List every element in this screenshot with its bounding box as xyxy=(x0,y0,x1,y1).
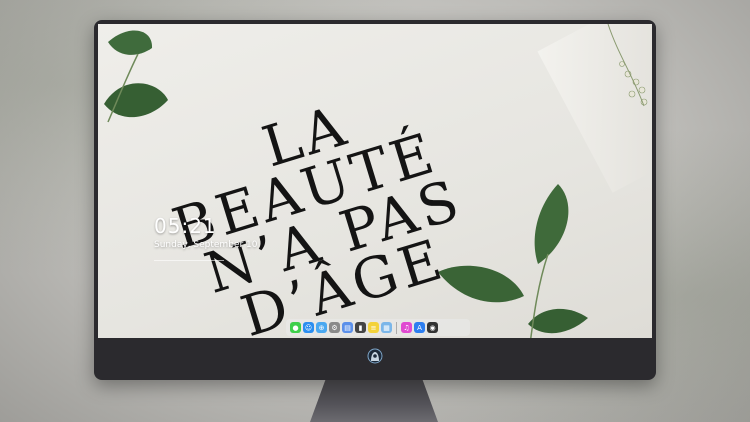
dock-separator xyxy=(396,321,397,334)
finder-icon[interactable]: ☺ xyxy=(303,322,314,333)
lockscreen-clock: 05:21 xyxy=(154,214,217,238)
camera-icon[interactable]: ◉ xyxy=(427,322,438,333)
photos-icon[interactable]: ▦ xyxy=(381,322,392,333)
itunes-icon[interactable]: ♫ xyxy=(401,322,412,333)
dock: ● ☺ ⊕ ⚙ ▤ ▮ ≡ ▦ ♫ A ◉ xyxy=(286,319,470,336)
safari-icon[interactable]: ⊕ xyxy=(316,322,327,333)
imac-monitor: LA BEAUTÉ N’A PAS D’ÂGE 05:21 Sunday, Se… xyxy=(94,20,656,380)
app-store-icon[interactable]: A xyxy=(414,322,425,333)
system-preferences-icon[interactable]: ⚙ xyxy=(329,322,340,333)
hooded-figure-logo-icon xyxy=(367,348,383,364)
date-underline xyxy=(154,260,224,261)
messages-icon[interactable]: ● xyxy=(290,322,301,333)
notes-icon[interactable]: ≡ xyxy=(368,322,379,333)
clapper-icon[interactable]: ▮ xyxy=(355,322,366,333)
keynote-icon[interactable]: ▤ xyxy=(342,322,353,333)
monitor-stand xyxy=(310,380,438,422)
desktop-screen: LA BEAUTÉ N’A PAS D’ÂGE 05:21 Sunday, Se… xyxy=(98,24,652,338)
lockscreen-date: Sunday, September 10 xyxy=(154,240,258,250)
monitor-chin xyxy=(94,338,656,380)
